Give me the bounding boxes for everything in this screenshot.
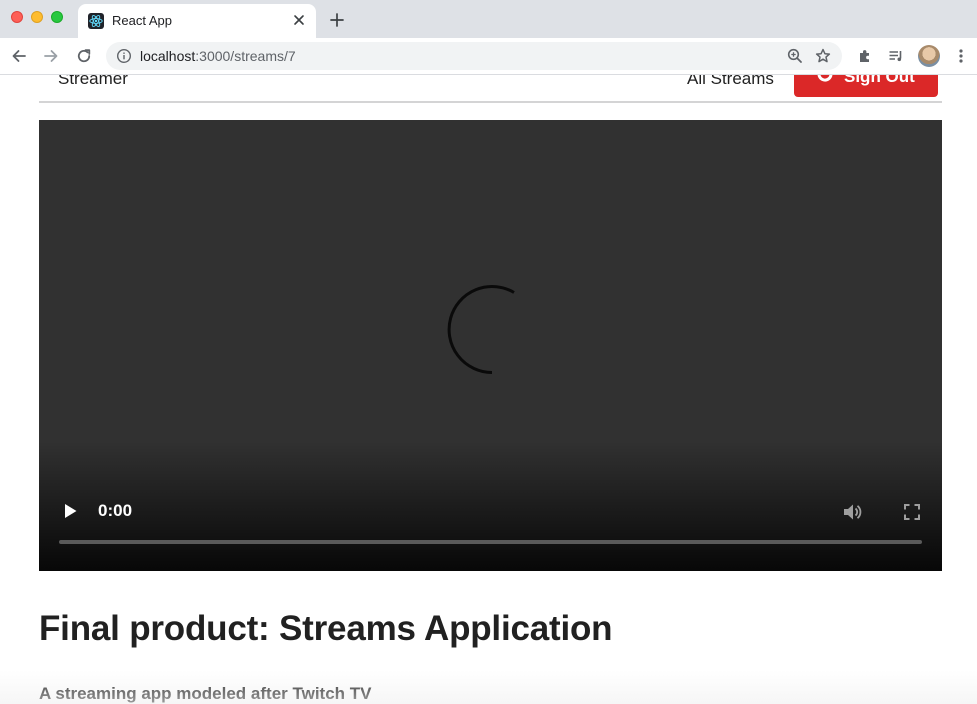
- reload-icon[interactable]: [75, 47, 93, 65]
- close-tab-icon[interactable]: [290, 11, 308, 29]
- sign-out-label: Sign Out: [844, 75, 915, 86]
- browser-toolbar: localhost:3000/streams/7: [0, 38, 977, 75]
- back-icon[interactable]: [10, 47, 28, 65]
- sign-out-button[interactable]: Sign Out: [794, 75, 938, 97]
- minimize-window-button[interactable]: [31, 11, 43, 23]
- stream-title: Final product: Streams Application: [39, 609, 613, 648]
- profile-avatar[interactable]: [918, 45, 940, 67]
- close-window-button[interactable]: [11, 11, 23, 23]
- chrome-menu-icon[interactable]: [952, 47, 970, 65]
- react-logo-icon: [88, 13, 104, 29]
- site-info-icon[interactable]: [116, 48, 132, 64]
- google-icon: [816, 75, 834, 83]
- brand-link[interactable]: Streamer: [58, 75, 128, 89]
- volume-icon[interactable]: [841, 501, 863, 523]
- media-queue-icon[interactable]: [887, 47, 905, 65]
- video-player[interactable]: 0:00: [39, 120, 942, 571]
- app-navbar: Streamer All Streams Sign Out: [39, 75, 942, 103]
- loading-spinner-icon: [444, 284, 536, 376]
- page-viewport: Streamer All Streams Sign Out 0:00 Final…: [0, 75, 977, 704]
- new-tab-icon[interactable]: [328, 11, 346, 29]
- maximize-window-button[interactable]: [51, 11, 63, 23]
- controls-gradient: [39, 441, 942, 571]
- address-bar[interactable]: localhost:3000/streams/7: [106, 42, 842, 70]
- fullscreen-icon[interactable]: [902, 502, 922, 522]
- play-icon[interactable]: [61, 502, 79, 520]
- browser-tab[interactable]: React App: [78, 4, 316, 38]
- url-host: localhost: [140, 48, 196, 64]
- zoom-icon[interactable]: [786, 47, 804, 65]
- all-streams-link[interactable]: All Streams: [687, 75, 774, 89]
- forward-icon[interactable]: [42, 47, 60, 65]
- url-text: localhost:3000/streams/7: [140, 48, 296, 64]
- extensions-puzzle-icon[interactable]: [856, 47, 874, 65]
- bookmark-star-icon[interactable]: [814, 47, 832, 65]
- tab-title: React App: [112, 13, 172, 28]
- stream-description: A streaming app modeled after Twitch TV: [39, 684, 372, 703]
- tab-strip: React App: [0, 0, 977, 38]
- current-time: 0:00: [98, 501, 133, 520]
- url-path: :3000/streams/7: [195, 48, 296, 64]
- seek-bar[interactable]: [59, 540, 922, 544]
